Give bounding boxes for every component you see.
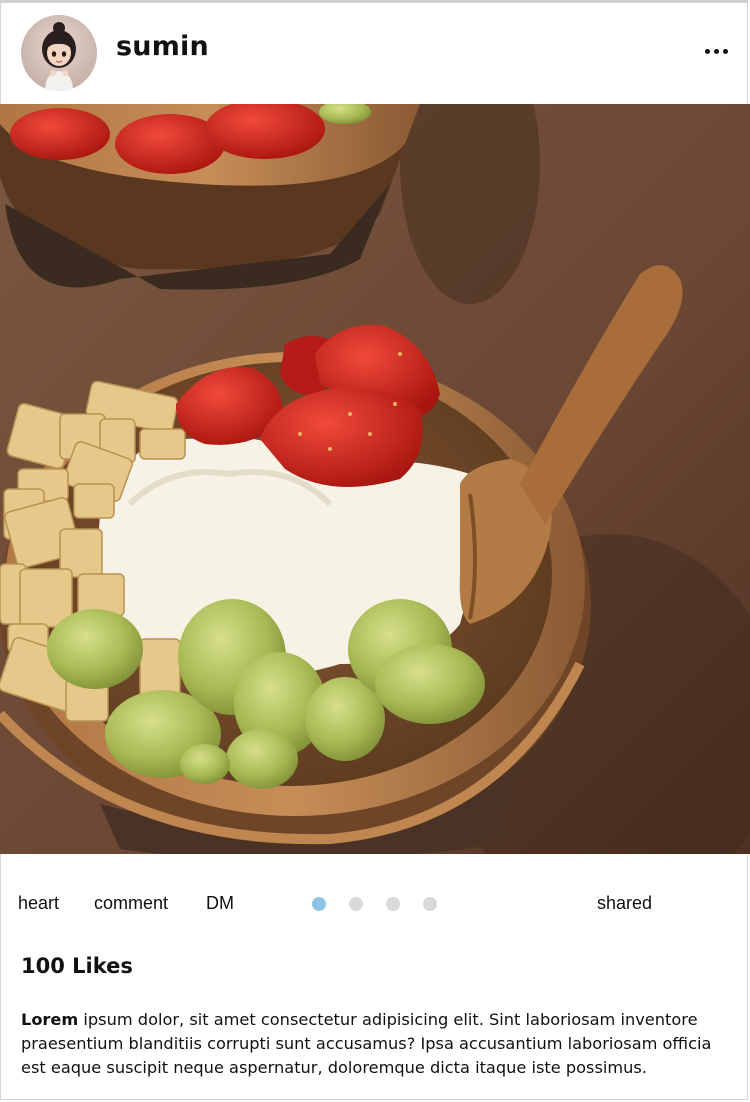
caption-text: ipsum dolor, sit amet consectetur adipis… — [21, 1010, 712, 1077]
shared-button[interactable]: shared — [597, 893, 652, 914]
likes-count[interactable]: 100 Likes — [21, 954, 133, 978]
post-caption: Lorem ipsum dolor, sit amet consectetur … — [21, 1008, 733, 1080]
username[interactable]: sumin — [116, 31, 209, 62]
action-bar: heart comment DM shared — [0, 885, 750, 921]
carousel-dot-3[interactable] — [386, 897, 400, 911]
carousel-dot-4[interactable] — [423, 897, 437, 911]
girl-avatar-icon — [42, 22, 76, 91]
carousel-dot-1[interactable] — [312, 897, 326, 911]
heart-button[interactable]: heart — [18, 893, 59, 914]
caption-author[interactable]: Lorem — [21, 1010, 78, 1029]
dm-button[interactable]: DM — [206, 893, 234, 914]
more-horizontal-icon — [704, 48, 710, 54]
comment-button[interactable]: comment — [94, 893, 168, 914]
post-header: sumin — [0, 3, 750, 103]
post-photo[interactable] — [0, 104, 750, 854]
carousel-dot-2[interactable] — [349, 897, 363, 911]
carousel-indicator — [312, 897, 460, 911]
more-options-button[interactable] — [698, 33, 734, 69]
avatar[interactable] — [21, 15, 97, 91]
